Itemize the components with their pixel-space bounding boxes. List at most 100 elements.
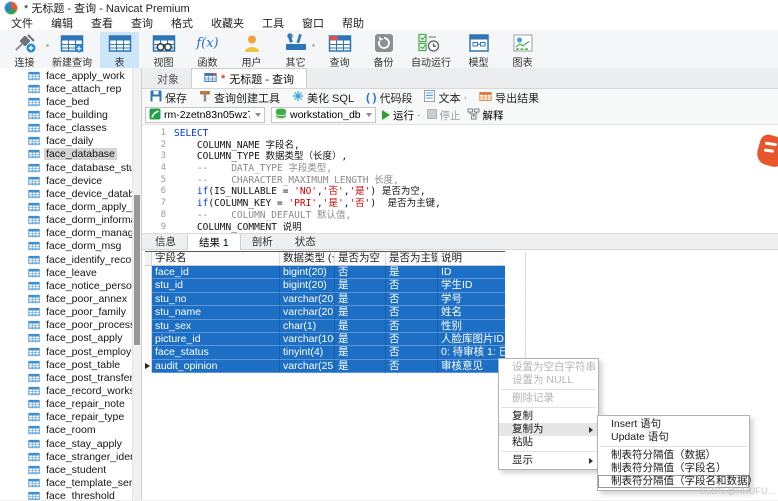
sidebar-table-face_stranger_identify_[interactable]: face_stranger_identify_ xyxy=(0,450,141,463)
sidebar-table-face_poor_annex[interactable]: face_poor_annex xyxy=(0,292,141,305)
explain-button[interactable]: 解释 xyxy=(467,108,504,123)
sidebar-table-face_template_send[interactable]: face_template_send xyxy=(0,476,141,489)
sidebar-scrollbar[interactable] xyxy=(132,68,141,500)
cell[interactable]: 是 xyxy=(335,279,386,293)
toolbar-connection-button[interactable]: 连接 xyxy=(5,32,44,69)
cell[interactable]: varchar(255) xyxy=(280,359,335,374)
tab-objects[interactable]: 对象 xyxy=(145,70,191,88)
cell[interactable]: varchar(20) xyxy=(280,306,335,320)
sidebar-table-face_identify_record[interactable]: face_identify_record xyxy=(0,253,141,266)
row-selector[interactable] xyxy=(145,359,152,374)
menu-item-复制为[interactable]: 复制为 xyxy=(499,423,598,436)
table-row[interactable]: stu_sex char(1) 是否性别 xyxy=(145,319,526,333)
grid-corner[interactable] xyxy=(145,252,152,265)
menu-item-制表符分隔值（字段名）[interactable]: 制表符分隔值（字段名） xyxy=(598,462,749,475)
cell[interactable]: 否 xyxy=(386,319,438,333)
cell[interactable]: 姓名 xyxy=(438,306,526,320)
cell[interactable]: 是 xyxy=(335,346,386,360)
menu-查看[interactable]: 查看 xyxy=(82,15,122,31)
result-tab-剖析[interactable]: 剖析 xyxy=(241,234,284,249)
row-selector[interactable] xyxy=(145,279,152,293)
menu-item-粘贴[interactable]: 粘贴 xyxy=(499,436,598,449)
sidebar-table-face_repair_note[interactable]: face_repair_note xyxy=(0,398,141,411)
query-builder-button[interactable]: 查询创建工具 xyxy=(194,90,285,106)
menu-文件[interactable]: 文件 xyxy=(2,15,42,31)
cell[interactable]: 性别 xyxy=(438,319,526,333)
cell[interactable]: tinyint(4) xyxy=(280,346,335,360)
cell[interactable]: 人脸库图片ID xyxy=(438,332,526,347)
cell[interactable]: 否 xyxy=(335,266,386,280)
toolbar-view-button[interactable]: 视图 xyxy=(144,32,183,69)
sidebar-table-face_dorm_apply_file[interactable]: face_dorm_apply_file xyxy=(0,200,141,213)
table-row[interactable]: face_status tinyint(4) 是否 0: 待审核 1: 已通过 xyxy=(145,346,526,360)
cell[interactable]: 是 xyxy=(386,266,438,280)
run-button[interactable]: 运行 · xyxy=(382,108,421,123)
cell[interactable]: face_status xyxy=(152,346,280,360)
sidebar-table-face_device_database[interactable]: face_device_database xyxy=(0,187,141,200)
toolbar-others-button[interactable]: 其它 xyxy=(276,32,315,69)
sidebar-table-face_post_employment[interactable]: face_post_employment xyxy=(0,345,141,358)
toolbar-query-button[interactable]: 查询 xyxy=(320,32,359,69)
cell[interactable]: bigint(20) xyxy=(280,266,335,280)
table-row[interactable]: stu_id bigint(20) 是否学生ID xyxy=(145,279,526,293)
sidebar-table-face_device[interactable]: face_device xyxy=(0,174,141,187)
row-selector[interactable] xyxy=(145,346,152,360)
cell[interactable]: varchar(100) xyxy=(280,332,335,347)
column-header[interactable]: 字段名 xyxy=(152,252,280,265)
table-row[interactable]: picture_idvarchar(100)是否人脸库图片ID xyxy=(145,332,526,347)
cell[interactable]: 学生ID xyxy=(438,279,526,293)
connection-select[interactable]: rm-2zetn83n05wz7i xyxy=(145,107,265,123)
cell[interactable]: stu_id xyxy=(152,279,280,293)
menu-工具[interactable]: 工具 xyxy=(253,15,293,31)
cell[interactable]: picture_id xyxy=(152,332,280,347)
menu-item-显示[interactable]: 显示 xyxy=(499,454,598,467)
sidebar-table-face_student[interactable]: face_student xyxy=(0,463,141,476)
table-row[interactable]: audit_opinionvarchar(255)是否审核意见 xyxy=(145,359,526,374)
menu-item-制表符分隔值（数据）[interactable]: 制表符分隔值（数据） xyxy=(598,449,749,462)
cell[interactable]: 否 xyxy=(386,332,438,347)
sidebar-table-face_dorm_msg[interactable]: face_dorm_msg xyxy=(0,240,141,253)
cell[interactable]: 是 xyxy=(335,319,386,333)
tab-query[interactable]: * 无标题 - 查询 xyxy=(191,68,308,88)
sidebar-scrollbar-thumb[interactable] xyxy=(134,195,140,345)
column-header[interactable]: 数据类型 (长. xyxy=(280,252,335,265)
sidebar-table-face_daily[interactable]: face_daily xyxy=(0,135,141,148)
sidebar-table-face_database[interactable]: face_database xyxy=(0,148,141,161)
save-button[interactable]: 保存 xyxy=(145,90,192,106)
cell[interactable]: 否 xyxy=(386,279,438,293)
menu-item-Update 语句[interactable]: Update 语句 xyxy=(598,431,749,444)
menu-格式[interactable]: 格式 xyxy=(162,15,202,31)
table-row[interactable]: stu_name varchar(20) 是否姓名 xyxy=(145,306,526,320)
sidebar-table-face_threshold[interactable]: face_threshold xyxy=(0,490,141,500)
cell[interactable]: 是 xyxy=(335,292,386,307)
menu-帮助[interactable]: 帮助 xyxy=(333,15,373,31)
row-selector[interactable] xyxy=(145,266,152,280)
row-selector[interactable] xyxy=(145,319,152,333)
database-select[interactable]: workstation_db xyxy=(271,107,376,123)
table-row[interactable]: face_id bigint(20) 否是 ID xyxy=(145,266,526,280)
toolbar-function-button[interactable]: f(x) 函数 xyxy=(188,32,227,70)
toolbar-model-button[interactable]: 模型 xyxy=(459,32,498,69)
sidebar-table-face_poor_process[interactable]: face_poor_process xyxy=(0,319,141,332)
toolbar-charts-button[interactable]: 图表 xyxy=(503,32,542,69)
sidebar-table-face_post_apply[interactable]: face_post_apply xyxy=(0,332,141,345)
cell[interactable]: face_id xyxy=(152,266,280,280)
cell[interactable]: 否 xyxy=(386,306,438,320)
sidebar-table-face_classes[interactable]: face_classes xyxy=(0,122,141,135)
sidebar-table-face_leave[interactable]: face_leave xyxy=(0,266,141,279)
sidebar-table-face_repair_type[interactable]: face_repair_type xyxy=(0,411,141,424)
cell[interactable]: 是 xyxy=(335,359,386,374)
menu-编辑[interactable]: 编辑 xyxy=(42,15,82,31)
sidebar-table-face_room[interactable]: face_room xyxy=(0,424,141,437)
menu-收藏夹[interactable]: 收藏夹 xyxy=(202,15,253,31)
row-selector[interactable] xyxy=(145,332,152,347)
sidebar-table-face_notice_person[interactable]: face_notice_person xyxy=(0,279,141,292)
sidebar-table-face_attach_rep[interactable]: face_attach_rep xyxy=(0,82,141,95)
result-tab-结果 1[interactable]: 结果 1 xyxy=(187,234,241,250)
cell[interactable]: 是 xyxy=(335,306,386,320)
cell[interactable]: varchar(20) xyxy=(280,292,335,307)
toolbar-automation-button[interactable]: 自动运行 xyxy=(408,32,454,69)
sidebar-table-face_database_stu[interactable]: face_database_stu xyxy=(0,161,141,174)
cell[interactable]: char(1) xyxy=(280,319,335,333)
toolbar-table-button[interactable]: 表 xyxy=(100,32,139,69)
